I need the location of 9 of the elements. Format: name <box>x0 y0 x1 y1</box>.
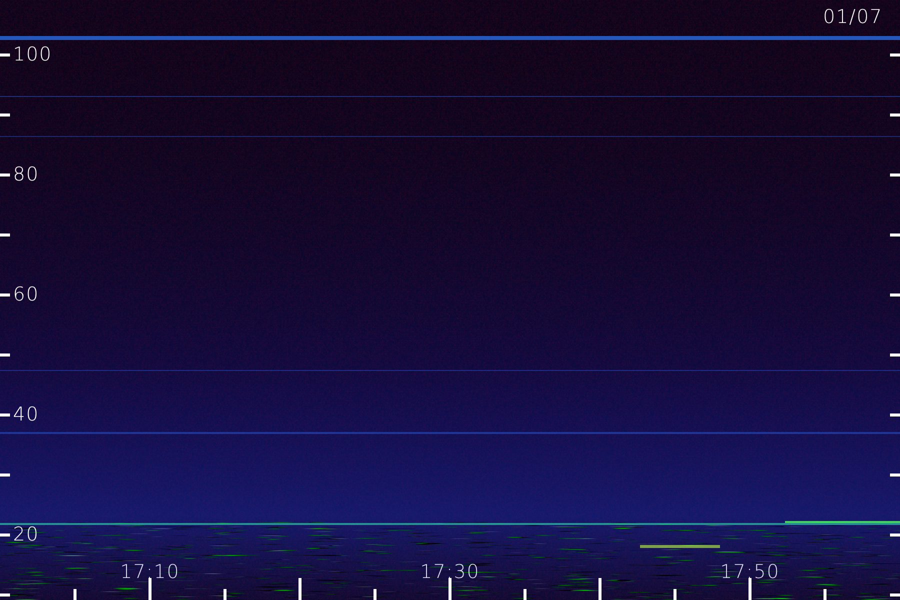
x-axis-label: 17:50 <box>720 563 780 582</box>
y-axis-label: 100 <box>13 46 52 64</box>
x-axis-label: 17:30 <box>420 563 480 582</box>
y-axis-label: 60 <box>13 286 40 304</box>
y-axis-label: 80 <box>13 166 40 184</box>
y-axis-label: 20 <box>13 526 40 544</box>
y-axis-label: 40 <box>13 406 40 424</box>
date-label: 01/07 <box>823 8 883 27</box>
x-axis-label: 17:10 <box>120 563 180 582</box>
